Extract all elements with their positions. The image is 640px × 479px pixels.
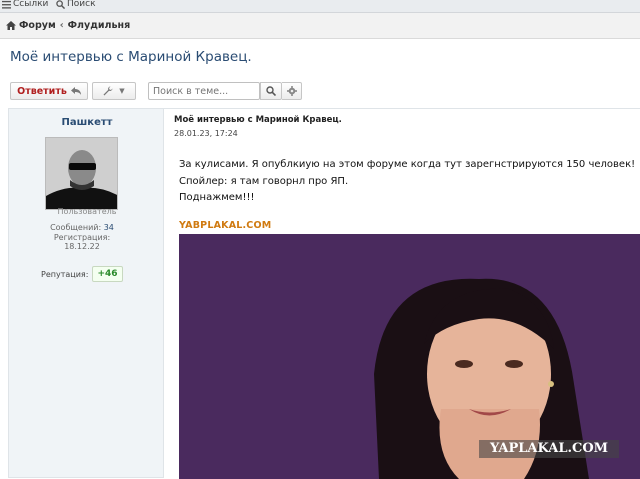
- author-role: Пользователь: [57, 207, 117, 216]
- author-messages: Сообщений: 34: [9, 223, 155, 232]
- top-bar: Ссылки Поиск: [0, 0, 640, 13]
- breadcrumb-section[interactable]: Флудильня: [68, 20, 131, 31]
- post-date[interactable]: 28.01.23, 17:24: [174, 129, 238, 138]
- post-text-line: За кулисами. Я опублкиую на этом форуме …: [179, 159, 636, 170]
- watermark: YAPLAKAL.COM: [479, 440, 619, 458]
- tools-dropdown-button[interactable]: ▼: [92, 82, 136, 100]
- post-image[interactable]: YAPLAKAL.COM: [179, 234, 640, 479]
- reputation-label: Репутация:: [41, 269, 89, 279]
- topic-toolbar: Ответить ▼: [10, 81, 302, 101]
- registration-date: 18.12.22: [64, 242, 100, 251]
- breadcrumb-forum-label: Форум: [19, 20, 56, 31]
- post-title: Моё интервью с Мариной Кравец.: [174, 115, 342, 125]
- breadcrumb-forum[interactable]: Форум: [6, 20, 56, 31]
- gear-icon: [286, 86, 297, 96]
- reply-arrow-icon: [70, 87, 81, 95]
- home-icon: [6, 21, 16, 30]
- chevron-left-icon: ‹: [59, 20, 64, 31]
- messages-label: Сообщений:: [50, 223, 102, 232]
- search-label: Поиск: [67, 0, 96, 9]
- post-text-line: Поднажмем!!!: [179, 192, 255, 203]
- search-icon: [56, 0, 65, 9]
- search-link[interactable]: Поиск: [56, 0, 96, 9]
- list-icon: [2, 0, 11, 9]
- messages-count[interactable]: 34: [104, 223, 114, 232]
- wrench-icon: [103, 86, 113, 96]
- author-name[interactable]: Пашкетт: [9, 117, 165, 128]
- topic-search-input[interactable]: [148, 82, 260, 100]
- reply-button[interactable]: Ответить: [10, 82, 88, 100]
- search-button[interactable]: [260, 82, 282, 100]
- reputation-badge[interactable]: +46: [92, 266, 123, 282]
- registration-label: Регистрация:: [53, 233, 111, 242]
- image-source-caption: YABPLAKAL.COM: [179, 220, 272, 231]
- search-icon: [266, 86, 276, 96]
- search-settings-button[interactable]: [282, 82, 302, 100]
- post-text-line: Спойлер: я там говорнл про ЯП.: [179, 176, 349, 187]
- avatar[interactable]: [45, 137, 118, 210]
- links-label: Ссылки: [13, 0, 49, 9]
- links-link[interactable]: Ссылки: [2, 0, 48, 9]
- breadcrumb: Форум ‹ Флудильня: [0, 13, 640, 39]
- reply-label: Ответить: [17, 85, 67, 97]
- author-sidebar: Пашкетт Пользователь Сообщений: 34 Регис…: [8, 108, 164, 478]
- avatar-image: [46, 138, 117, 209]
- post-body: Моё интервью с Мариной Кравец. 28.01.23,…: [164, 108, 640, 479]
- page-title: Моё интервью с Мариной Кравец.: [10, 49, 252, 65]
- chevron-down-icon: ▼: [119, 87, 125, 95]
- author-reputation: Репутация: +46: [41, 266, 123, 282]
